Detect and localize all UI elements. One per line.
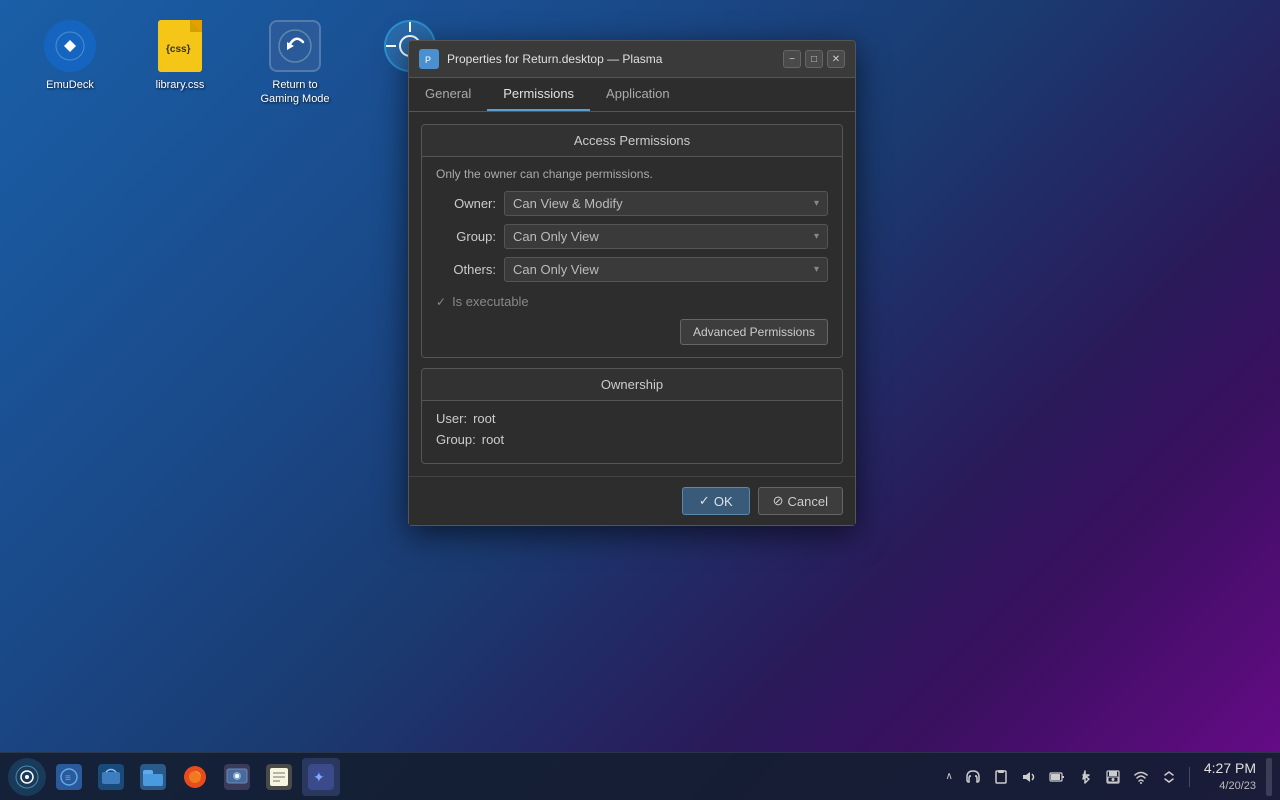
maximize-button[interactable]: □ [805, 50, 823, 68]
emudeck-label: EmuDeck [46, 78, 94, 92]
group-label: Group: [436, 229, 496, 244]
ownership-group-value: root [482, 432, 504, 447]
svg-text:{css}: {css} [166, 44, 191, 55]
taskbar-notes-button[interactable] [260, 758, 298, 796]
return-gaming-label: Return toGaming Mode [260, 78, 329, 107]
desktop-icon-return-gaming[interactable]: Return toGaming Mode [250, 20, 340, 107]
dialog-titlebar: P Properties for Return.desktop — Plasma… [409, 41, 855, 78]
ownership-user-row: User: root [436, 411, 828, 426]
permissions-note: Only the owner can change permissions. [436, 167, 828, 181]
executable-row: ✓ Is executable [436, 290, 828, 313]
close-button[interactable]: ✕ [827, 50, 845, 68]
dialog-app-icon: P [419, 49, 439, 69]
others-chevron-icon: ▾ [814, 264, 819, 275]
library-css-label: library.css [156, 78, 205, 92]
tab-permissions[interactable]: Permissions [487, 78, 590, 111]
ok-label: OK [714, 494, 733, 509]
owner-permission-row: Owner: Can View & Modify ▾ [436, 191, 828, 216]
tray-wifi-icon[interactable] [1129, 765, 1153, 789]
tray-bluetooth-icon[interactable] [1073, 765, 1097, 789]
ownership-user-value: root [473, 411, 495, 426]
ownership-group-label: Group: [436, 432, 476, 447]
ownership-title: Ownership [422, 369, 842, 401]
taskbar-firefox-button[interactable] [176, 758, 214, 796]
taskbar: ≡ [0, 752, 1280, 800]
emudeck-icon [44, 20, 96, 72]
ownership-group-row: Group: root [436, 432, 828, 447]
tray-battery-icon[interactable] [1045, 765, 1069, 789]
tray-headphones-icon[interactable] [961, 765, 985, 789]
show-desktop-button[interactable] [1266, 758, 1272, 796]
executable-label: Is executable [452, 294, 529, 309]
dialog-title-left: P Properties for Return.desktop — Plasma [419, 49, 662, 69]
ownership-user-label: User: [436, 411, 467, 426]
ok-icon: ✓ [699, 493, 710, 509]
advanced-permissions-button[interactable]: Advanced Permissions [680, 319, 828, 345]
taskbar-plasma-active-button[interactable]: ✦ [302, 758, 340, 796]
tray-divider [1189, 767, 1190, 787]
owner-select[interactable]: Can View & Modify ▾ [504, 191, 828, 216]
desktop-icon-emudeck[interactable]: EmuDeck [30, 20, 110, 107]
svg-text:✦: ✦ [313, 769, 325, 785]
others-permission-row: Others: Can Only View ▾ [436, 257, 828, 282]
group-permission-row: Group: Can Only View ▾ [436, 224, 828, 249]
taskbar-right: ∧ [942, 758, 1272, 796]
tab-application[interactable]: Application [590, 78, 686, 111]
ownership-section: Ownership User: root Group: root [421, 368, 843, 464]
taskbar-store-button[interactable] [92, 758, 130, 796]
desktop-icon-library-css[interactable]: {css} library.css [140, 20, 220, 107]
tray-volume-icon[interactable] [1017, 765, 1041, 789]
owner-label: Owner: [436, 196, 496, 211]
owner-select-value: Can View & Modify [513, 196, 623, 211]
group-select[interactable]: Can Only View ▾ [504, 224, 828, 249]
return-gaming-icon [269, 20, 321, 72]
taskbar-files-button[interactable] [134, 758, 172, 796]
tray-clipboard-icon[interactable] [989, 765, 1013, 789]
others-label: Others: [436, 262, 496, 277]
tray-expand-button[interactable]: ∧ [942, 769, 957, 784]
cancel-label: Cancel [788, 494, 828, 509]
cancel-icon: ⊘ [773, 493, 784, 509]
clock-date: 4/20/23 [1204, 779, 1256, 794]
clock-time: 4:27 PM [1204, 759, 1256, 779]
taskbar-screenshot-button[interactable] [218, 758, 256, 796]
tray-save-icon[interactable] [1101, 765, 1125, 789]
ok-button[interactable]: ✓ OK [682, 487, 750, 515]
taskbar-steam-button[interactable] [8, 758, 46, 796]
dialog-controls: − □ ✕ [783, 50, 845, 68]
tab-general[interactable]: General [409, 78, 487, 111]
svg-text:P: P [425, 55, 431, 65]
properties-dialog: P Properties for Return.desktop — Plasma… [408, 40, 856, 526]
executable-check-icon: ✓ [436, 295, 446, 309]
dialog-footer: ✓ OK ⊘ Cancel [409, 476, 855, 525]
taskbar-discover-button[interactable]: ≡ [50, 758, 88, 796]
taskbar-left: ≡ [8, 758, 340, 796]
group-chevron-icon: ▾ [814, 231, 819, 242]
dialog-tabs: General Permissions Application [409, 78, 855, 112]
dialog-content: Access Permissions Only the owner can ch… [409, 112, 855, 476]
ownership-body: User: root Group: root [422, 401, 842, 463]
others-select-value: Can Only View [513, 262, 599, 277]
access-permissions-section: Access Permissions Only the owner can ch… [421, 124, 843, 358]
access-permissions-title: Access Permissions [422, 125, 842, 157]
others-select[interactable]: Can Only View ▾ [504, 257, 828, 282]
taskbar-tray: ∧ [942, 765, 1181, 789]
advanced-btn-row: Advanced Permissions [436, 313, 828, 347]
dialog-title-text: Properties for Return.desktop — Plasma [447, 52, 662, 66]
tray-expand-arrows-icon[interactable] [1157, 765, 1181, 789]
group-select-value: Can Only View [513, 229, 599, 244]
desktop: EmuDeck {css} library.css Return toGa [0, 0, 1280, 800]
minimize-button[interactable]: − [783, 50, 801, 68]
owner-chevron-icon: ▾ [814, 198, 819, 209]
library-css-icon: {css} [158, 20, 202, 72]
taskbar-clock[interactable]: 4:27 PM 4/20/23 [1204, 759, 1256, 794]
access-permissions-body: Only the owner can change permissions. O… [422, 157, 842, 357]
cancel-button[interactable]: ⊘ Cancel [758, 487, 843, 515]
desktop-icons-container: EmuDeck {css} library.css Return toGa [30, 20, 450, 107]
svg-text:≡: ≡ [65, 773, 71, 784]
